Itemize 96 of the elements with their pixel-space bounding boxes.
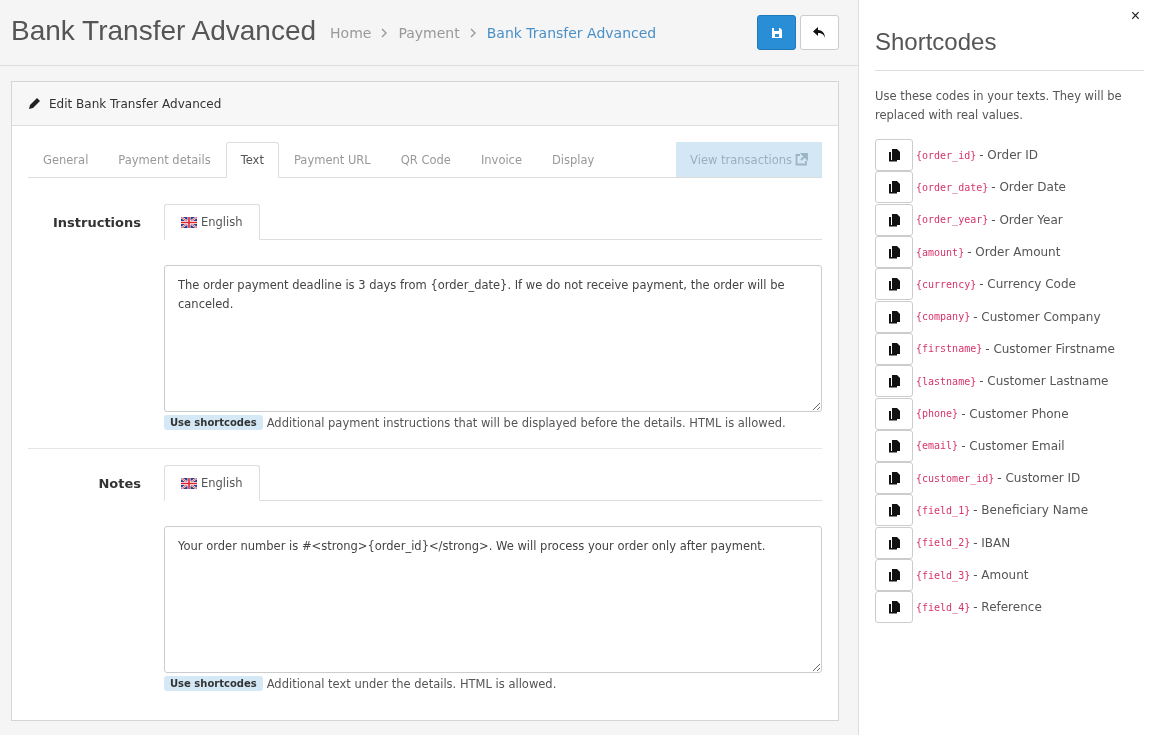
- tab[interactable]: Text: [225, 142, 279, 178]
- copy-button[interactable]: [875, 462, 913, 495]
- shortcode: {field_4}: [916, 601, 971, 613]
- tab[interactable]: Invoice: [465, 142, 537, 178]
- copy-button[interactable]: [875, 300, 913, 333]
- copy-icon: [887, 245, 901, 260]
- copy-button[interactable]: [875, 365, 913, 398]
- external-link-icon: [795, 153, 808, 166]
- copy-button[interactable]: [875, 526, 913, 559]
- copy-icon: [887, 212, 901, 227]
- copy-icon: [887, 535, 901, 550]
- copy-button[interactable]: [875, 494, 913, 527]
- shortcodes-badge[interactable]: Use shortcodes: [164, 415, 263, 430]
- back-button[interactable]: [800, 15, 839, 50]
- tab[interactable]: General: [28, 142, 104, 178]
- shortcode: {field_1}: [916, 504, 971, 516]
- copy-icon: [887, 406, 901, 421]
- shortcode: {customer_id}: [916, 472, 995, 484]
- flag-icon: [181, 477, 197, 489]
- shortcode-label: - Amount: [973, 568, 1029, 582]
- language-tab[interactable]: English: [164, 204, 260, 240]
- shortcode: {field_2}: [916, 537, 971, 549]
- copy-icon: [887, 374, 901, 389]
- shortcode: {order_year}: [916, 214, 989, 226]
- copy-icon: [887, 438, 901, 453]
- chevron-icon: [469, 27, 477, 38]
- copy-icon: [887, 180, 901, 195]
- text-area[interactable]: The order payment deadline is 3 days from {order_date}. If we do not receive payment, the order will be canceled.: [164, 265, 822, 412]
- tab[interactable]: Payment details: [103, 142, 226, 178]
- chevron-icon: [381, 27, 389, 38]
- shortcode: {phone}: [916, 408, 959, 419]
- shortcode-label: - Order Date: [991, 180, 1066, 195]
- pencil-icon: [28, 97, 41, 110]
- close-button[interactable]: ×: [1130, 0, 1144, 28]
- language-tab[interactable]: English: [164, 465, 260, 501]
- shortcode-label: - Reference: [973, 600, 1042, 615]
- shortcode: {lastname}: [916, 375, 977, 387]
- tab[interactable]: Display: [537, 142, 610, 178]
- copy-button[interactable]: [875, 332, 913, 365]
- copy-button[interactable]: [875, 171, 913, 204]
- copy-button[interactable]: [875, 268, 913, 301]
- copy-icon: [887, 568, 901, 582]
- shortcode: {email}: [916, 440, 959, 452]
- copy-button[interactable]: [875, 591, 913, 624]
- panel-title: Edit Bank Transfer Advanced: [49, 96, 222, 111]
- shortcode-label: - Order ID: [979, 148, 1039, 163]
- shortcode-label: - Customer Lastname: [979, 374, 1109, 389]
- copy-icon: [887, 309, 901, 324]
- copy-icon: [887, 471, 901, 486]
- save-icon: [770, 26, 783, 39]
- copy-icon: [887, 600, 901, 615]
- copy-icon: [887, 148, 901, 163]
- copy-button[interactable]: [875, 559, 913, 591]
- shortcode: {company}: [916, 311, 971, 323]
- page-title: Bank Transfer Advanced: [11, 14, 317, 47]
- shortcode-label: - Customer Firstname: [985, 341, 1115, 356]
- shortcode: {order_date}: [916, 181, 989, 193]
- breadcrumb-link[interactable]: Home: [330, 24, 372, 41]
- copy-button[interactable]: [875, 236, 913, 269]
- back-arrow-icon: [812, 26, 827, 39]
- field-label: Instructions: [52, 214, 142, 232]
- shortcode: {currency}: [916, 278, 977, 290]
- copy-icon: [887, 341, 901, 356]
- breadcrumb-link[interactable]: Bank Transfer Advanced: [486, 24, 657, 41]
- flag-icon: [181, 216, 197, 228]
- save-button[interactable]: [757, 15, 796, 50]
- shortcode-label: - IBAN: [973, 535, 1011, 550]
- shortcodes-badge[interactable]: Use shortcodes: [164, 676, 263, 691]
- text-area[interactable]: Your order number is #<strong>{order_id}</strong>. We will process your order only after payment.: [164, 526, 822, 673]
- copy-button[interactable]: [875, 203, 913, 236]
- copy-button[interactable]: [875, 139, 913, 172]
- shortcode-label: - Order Year: [991, 212, 1063, 227]
- shortcode-label: - Customer Company: [973, 309, 1101, 324]
- shortcode-label: - Beneficiary Name: [973, 503, 1089, 518]
- help-text: Additional payment instructions that will be displayed before the details. HTML is allowed.: [266, 415, 786, 430]
- copy-icon: [887, 277, 901, 292]
- copy-button[interactable]: [875, 397, 913, 430]
- copy-icon: [887, 503, 901, 518]
- help-text: Additional text under the details. HTML is allowed.: [266, 676, 557, 691]
- sidebar-title: Shortcodes: [875, 28, 1144, 71]
- sidebar-intro: Use these codes in your texts. They will be replaced with real values.: [875, 88, 1123, 124]
- breadcrumb-link[interactable]: Payment: [398, 24, 460, 41]
- field-label: Notes: [97, 475, 142, 493]
- shortcode-label: - Customer Phone: [961, 406, 1069, 421]
- shortcode: {firstname}: [916, 343, 983, 355]
- shortcode: {field_3}: [916, 569, 971, 581]
- shortcode-label: - Customer Email: [961, 438, 1065, 453]
- view-transactions-button[interactable]: View transactions: [676, 142, 822, 177]
- shortcode: {amount}: [916, 246, 965, 258]
- shortcode-label: - Currency Code: [979, 277, 1076, 292]
- shortcode-label: - Order Amount: [967, 245, 1061, 260]
- tab[interactable]: QR Code: [385, 142, 466, 178]
- shortcode-label: - Customer ID: [997, 471, 1081, 486]
- copy-button[interactable]: [875, 429, 913, 462]
- tab[interactable]: Payment URL: [278, 142, 386, 178]
- shortcode: {order_id}: [916, 149, 977, 161]
